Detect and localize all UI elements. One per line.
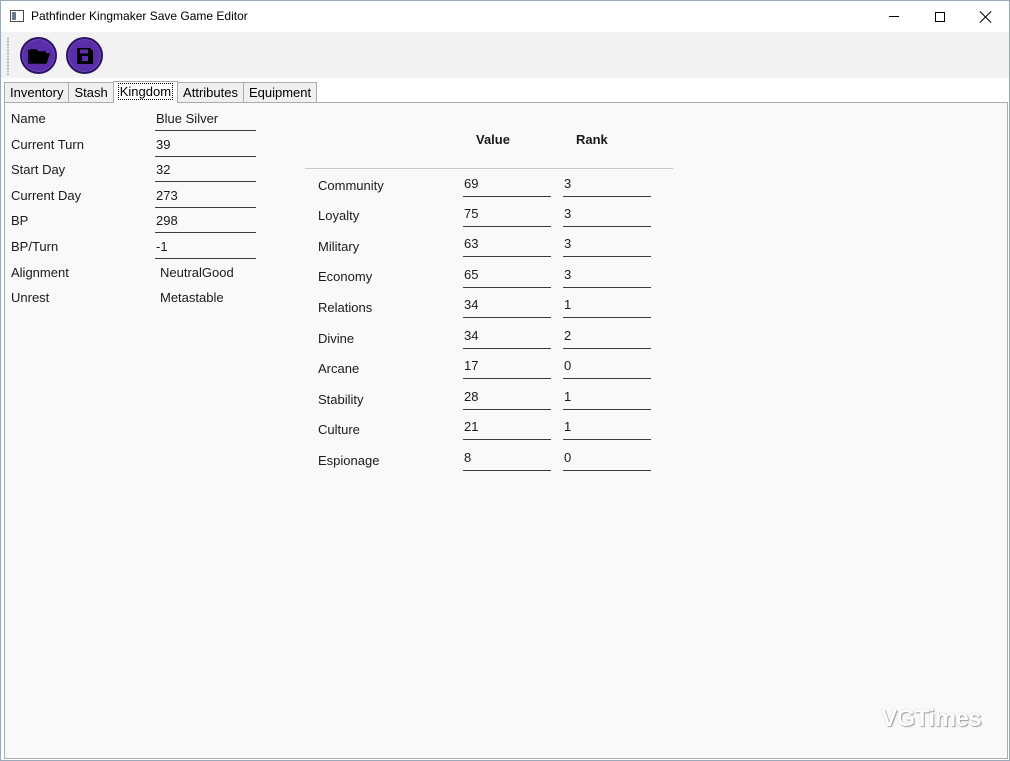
tab-stash[interactable]: Stash — [68, 82, 114, 102]
stat-label-culture: Culture — [318, 422, 360, 437]
watermark: VGTimes — [881, 705, 982, 732]
window-title: Pathfinder Kingmaker Save Game Editor — [31, 9, 248, 23]
espionage-value-field[interactable]: 8 — [463, 443, 551, 471]
save-file-button[interactable] — [66, 37, 103, 74]
military-value-field[interactable]: 63 — [463, 229, 551, 257]
start-day-label: Start Day — [11, 162, 66, 177]
tab-equipment[interactable]: Equipment — [242, 82, 318, 102]
unrest-label: Unrest — [11, 290, 50, 305]
toolbar — [1, 32, 1009, 78]
arcane-rank-field[interactable]: 0 — [563, 351, 651, 379]
minimize-icon — [889, 16, 899, 17]
current-turn-field[interactable]: 39 — [155, 131, 256, 157]
close-icon — [980, 11, 992, 23]
app-icon — [10, 10, 24, 22]
relations-value-field[interactable]: 34 — [463, 290, 551, 318]
maximize-button[interactable] — [917, 1, 963, 32]
stability-rank-field[interactable]: 1 — [563, 382, 651, 410]
tab-kingdom[interactable]: Kingdom — [112, 81, 179, 103]
minimize-button[interactable] — [871, 1, 917, 32]
tab-inventory[interactable]: Inventory — [4, 82, 70, 102]
stat-label-military: Military — [318, 239, 360, 254]
name-field[interactable]: Blue Silver — [155, 105, 256, 131]
alignment-label: Alignment — [11, 265, 69, 280]
rank-column-header: Rank — [576, 132, 608, 147]
tab-label: Inventory — [10, 85, 64, 100]
start-day-field[interactable]: 32 — [155, 156, 256, 182]
current-day-label: Current Day — [11, 188, 82, 203]
current-day-field[interactable]: 273 — [155, 182, 256, 208]
unrest-value: Metastable — [160, 290, 224, 305]
tab-label: Equipment — [248, 85, 312, 100]
stat-label-stability: Stability — [318, 392, 364, 407]
stat-label-divine: Divine — [318, 331, 355, 346]
economy-value-field[interactable]: 65 — [463, 260, 551, 288]
floppy-disk-icon — [76, 47, 93, 64]
kingdom-panel: Name Blue Silver Current Turn 39 Start D… — [4, 102, 1008, 759]
espionage-rank-field[interactable]: 0 — [563, 443, 651, 471]
name-label: Name — [11, 111, 46, 126]
culture-rank-field[interactable]: 1 — [563, 412, 651, 440]
loyalty-value-field[interactable]: 75 — [463, 199, 551, 227]
open-file-button[interactable] — [20, 37, 57, 74]
economy-rank-field[interactable]: 3 — [563, 260, 651, 288]
toolbar-grip[interactable] — [7, 37, 9, 75]
stat-label-economy: Economy — [318, 269, 373, 284]
arcane-value-field[interactable]: 17 — [463, 351, 551, 379]
divine-value-field[interactable]: 34 — [463, 321, 551, 349]
close-button[interactable] — [963, 1, 1009, 32]
loyalty-rank-field[interactable]: 3 — [563, 199, 651, 227]
alignment-value: NeutralGood — [160, 265, 234, 280]
bp-field[interactable]: 298 — [155, 207, 256, 233]
stat-label-espionage: Espionage — [318, 453, 380, 468]
military-rank-field[interactable]: 3 — [563, 229, 651, 257]
tab-label: Kingdom — [117, 83, 174, 100]
value-column-header: Value — [476, 132, 510, 147]
tab-strip: Inventory Stash Kingdom Attributes Equip… — [4, 81, 318, 103]
stability-value-field[interactable]: 28 — [463, 382, 551, 410]
bp-per-turn-field[interactable]: -1 — [155, 233, 256, 259]
stat-label-relations: Relations — [318, 300, 373, 315]
relations-rank-field[interactable]: 1 — [563, 290, 651, 318]
divine-rank-field[interactable]: 2 — [563, 321, 651, 349]
stat-label-arcane: Arcane — [318, 361, 360, 376]
tab-attributes[interactable]: Attributes — [177, 82, 244, 102]
stat-label-community: Community — [318, 178, 384, 193]
maximize-icon — [935, 11, 945, 22]
folder-open-icon — [27, 48, 50, 64]
community-rank-field[interactable]: 3 — [563, 169, 651, 197]
community-value-field[interactable]: 69 — [463, 169, 551, 197]
title-bar[interactable]: Pathfinder Kingmaker Save Game Editor — [1, 1, 1009, 32]
app-window: Pathfinder Kingmaker Save Game Editor In… — [0, 0, 1010, 761]
current-turn-label: Current Turn — [11, 137, 84, 152]
bp-label: BP — [11, 213, 29, 228]
stat-label-loyalty: Loyalty — [318, 208, 360, 223]
tab-label: Attributes — [183, 85, 238, 100]
tab-label: Stash — [74, 85, 108, 100]
culture-value-field[interactable]: 21 — [463, 412, 551, 440]
bp-per-turn-label: BP/Turn — [11, 239, 59, 254]
